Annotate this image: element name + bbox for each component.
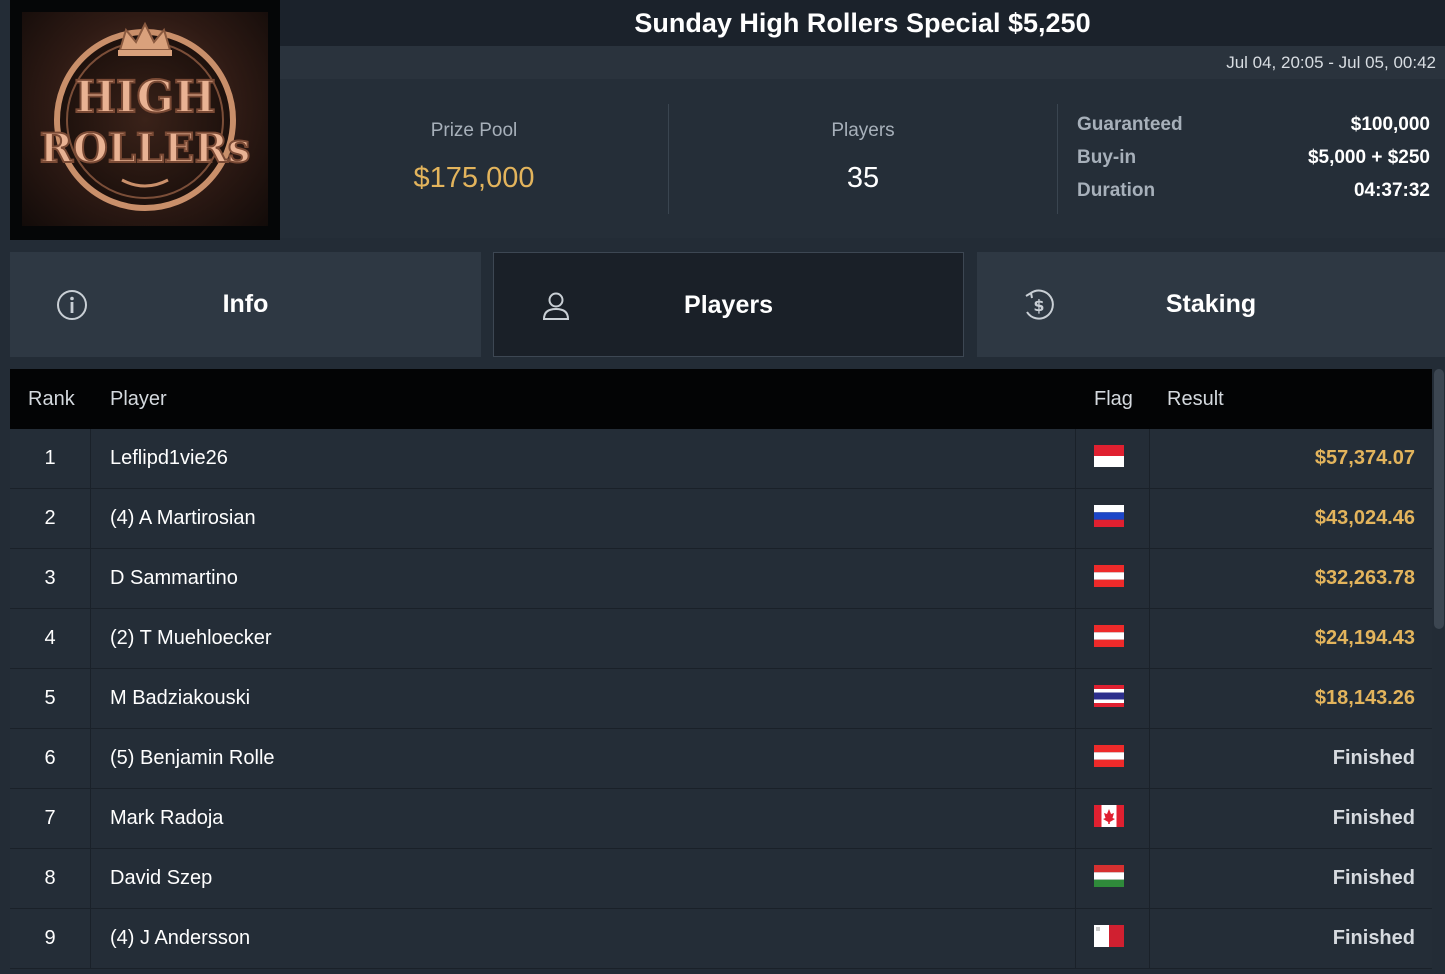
prize-pool-value: $175,000 [413, 162, 535, 194]
player-name[interactable]: Mark Radoja [110, 789, 223, 848]
table-row[interactable]: 6 (5) Benjamin Rolle Finished [10, 729, 1432, 789]
table-row[interactable]: 4 (2) T Muehloecker $24,194.43 [10, 609, 1432, 669]
rank-cell: 5 [10, 669, 91, 728]
flag-cell [1075, 489, 1150, 548]
flag-cell [1075, 669, 1150, 728]
detail-value: 04:37:32 [1353, 180, 1430, 201]
rank-cell: 9 [10, 909, 91, 968]
austria-flag-icon [1094, 625, 1124, 647]
detail-label: Duration [1077, 180, 1156, 201]
prize-pool-label: Prize Pool [430, 120, 518, 141]
hungary-flag-icon [1094, 865, 1124, 887]
rank-cell: 3 [10, 549, 91, 608]
table-row[interactable]: 1 Leflipd1vie26 $57,374.07 [10, 429, 1432, 489]
result-cell: Finished [1332, 807, 1415, 829]
table-scrollbar[interactable] [1433, 369, 1445, 974]
detail-value: $100,000 [1350, 114, 1430, 135]
player-name[interactable]: M Badziakouski [110, 669, 250, 728]
player-name[interactable]: (2) T Muehloecker [110, 609, 272, 668]
column-header-flag[interactable]: Flag [1094, 369, 1133, 429]
table-header: Rank Player Flag Result [10, 369, 1432, 429]
result-cell: Finished [1332, 747, 1415, 769]
flag-cell [1075, 909, 1150, 968]
austria-flag-icon [1094, 745, 1124, 767]
tab-info-label: Info [222, 290, 269, 318]
result-cell: $32,263.78 [1314, 567, 1415, 589]
table-row[interactable]: 2 (4) A Martirosian $43,024.46 [10, 489, 1432, 549]
players-stat: Players 35 [669, 104, 1057, 214]
rank-cell: 2 [10, 489, 91, 548]
detail-duration: Duration 04:37:32 [1077, 180, 1430, 210]
canada-flag-icon [1094, 805, 1124, 827]
detail-label: Guaranteed [1077, 114, 1183, 135]
flag-cell [1075, 609, 1150, 668]
thailand-flag-icon [1094, 685, 1124, 707]
svg-text:HIGH: HIGH [74, 72, 215, 123]
result-cell: Finished [1332, 927, 1415, 949]
malta-flag-icon [1094, 925, 1124, 947]
table-row[interactable]: 5 M Badziakouski $18,143.26 [10, 669, 1432, 729]
result-cell: $24,194.43 [1314, 627, 1415, 649]
stats-divider [1057, 104, 1058, 214]
player-name[interactable]: David Szep [110, 849, 212, 908]
flag-cell [1075, 789, 1150, 848]
player-name[interactable]: D Sammartino [110, 549, 238, 608]
flag-cell [1075, 729, 1150, 788]
detail-value: $5,000 + $250 [1307, 147, 1430, 168]
scrollbar-thumb[interactable] [1434, 369, 1444, 629]
table-row[interactable]: 3 D Sammartino $32,263.78 [10, 549, 1432, 609]
column-header-result[interactable]: Result [1167, 369, 1224, 429]
detail-label: Buy-in [1077, 147, 1137, 168]
detail-buy-in: Buy-in $5,000 + $250 [1077, 147, 1430, 177]
flag-cell [1075, 429, 1150, 488]
table-row[interactable]: 8 David Szep Finished [10, 849, 1432, 909]
tournament-logo: HIGH ROLLERs [10, 0, 280, 240]
tournament-title: Sunday High Rollers Special $5,250 [634, 8, 1091, 38]
prize-pool-stat: Prize Pool $175,000 [280, 104, 668, 214]
tab-staking-label: Staking [1165, 290, 1257, 318]
player-name[interactable]: (4) A Martirosian [110, 489, 256, 548]
high-rollers-logo-image: HIGH ROLLERs [39, 21, 251, 211]
flag-cell [1075, 549, 1150, 608]
rank-cell: 1 [10, 429, 91, 488]
svg-text:ROLLERs: ROLLERs [40, 125, 251, 172]
table-row[interactable]: 9 (4) J Andersson Finished [10, 909, 1432, 969]
tab-staking[interactable]: $ Staking [977, 252, 1445, 357]
result-cell: $43,024.46 [1314, 507, 1415, 529]
rank-cell: 7 [10, 789, 91, 848]
russia-flag-icon [1094, 505, 1124, 527]
austria-flag-icon [1094, 565, 1124, 587]
player-name[interactable]: (5) Benjamin Rolle [110, 729, 275, 788]
table-row[interactable]: 7 Mark Radoja Finished [10, 789, 1432, 849]
tab-players-label: Players [684, 291, 773, 319]
column-header-rank[interactable]: Rank [28, 369, 75, 429]
monaco-flag-icon [1094, 445, 1124, 467]
player-name[interactable]: Leflipd1vie26 [110, 429, 228, 488]
result-cell: $18,143.26 [1314, 687, 1415, 709]
rank-cell: 4 [10, 609, 91, 668]
players-count-label: Players [831, 120, 895, 141]
tab-players[interactable]: Players [493, 252, 964, 357]
tab-info[interactable]: Info [10, 252, 481, 357]
column-header-player[interactable]: Player [110, 369, 167, 429]
players-count-value: 35 [846, 162, 880, 194]
rank-cell: 8 [10, 849, 91, 908]
result-cell: $57,374.07 [1314, 447, 1415, 469]
flag-cell [1075, 849, 1150, 908]
result-cell: Finished [1332, 867, 1415, 889]
rank-cell: 6 [10, 729, 91, 788]
player-name[interactable]: (4) J Andersson [110, 909, 250, 968]
players-table: Rank Player Flag Result 1 Leflipd1vie26 $5… [10, 369, 1432, 974]
detail-guaranteed: Guaranteed $100,000 [1077, 114, 1430, 144]
tournament-date-range: Jul 04, 20:05 - Jul 05, 00:42 [1226, 53, 1436, 72]
